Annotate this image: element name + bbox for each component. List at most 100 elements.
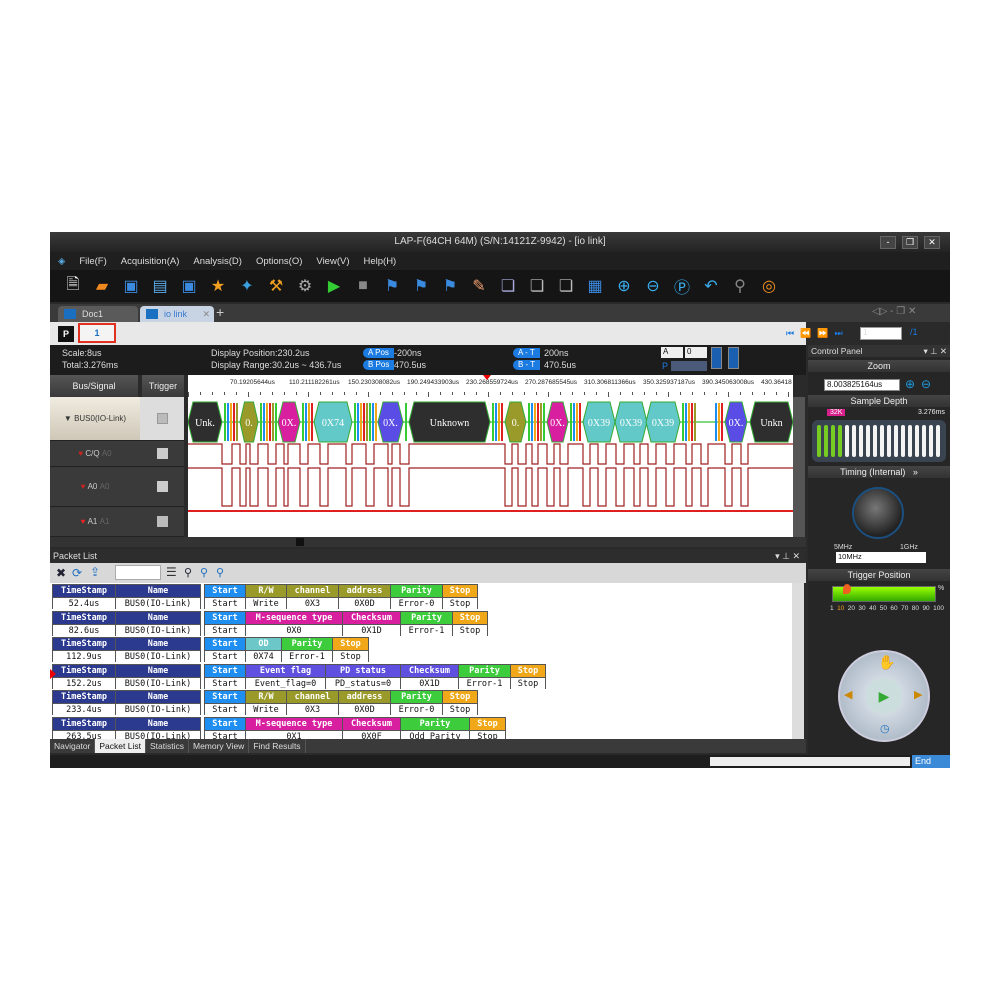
packet-row[interactable]: TimeStamp 52.4us Name BUS0(IO-Link) Start Sta…: [52, 584, 478, 609]
scroll-thumb[interactable]: [296, 538, 304, 546]
settings-gear-icon[interactable]: ⚙: [294, 275, 316, 297]
new-file-icon[interactable]: 🗎: [62, 275, 84, 297]
clear-icon[interactable]: ✖: [56, 566, 66, 580]
page-nav-buttons[interactable]: ⏮⏪⏩⏭: [786, 328, 849, 339]
menu-help[interactable]: Help(H): [364, 256, 397, 267]
ruler-tick: [680, 392, 681, 395]
trigger-a0[interactable]: [140, 467, 184, 507]
help-lifebuoy-icon[interactable]: ◎: [758, 275, 780, 297]
packet-row[interactable]: TimeStamp 263.5us Name BUS0(IO-Link) Start St…: [52, 716, 506, 739]
expand-icon[interactable]: »: [913, 467, 918, 477]
tab-memory-view[interactable]: Memory View: [189, 739, 250, 753]
tab-statistics[interactable]: Statistics: [146, 739, 189, 753]
stop-icon[interactable]: ■: [352, 275, 374, 297]
save-icon[interactable]: ▣: [120, 275, 142, 297]
trigger-a1[interactable]: [140, 507, 184, 537]
copy-waveform-icon[interactable]: ❏: [497, 275, 519, 297]
zoom-undo-icon[interactable]: ↶: [700, 275, 722, 297]
trigger-marker[interactable]: [483, 375, 491, 380]
hand-icon[interactable]: ✋: [878, 654, 895, 671]
step-forward-icon[interactable]: ▶: [914, 688, 922, 701]
field-header: Start: [205, 717, 245, 730]
cursor-a-button[interactable]: [711, 347, 722, 369]
zoom-value-select[interactable]: 8.003825164us: [824, 379, 900, 391]
menu-analysis[interactable]: Analysis(D): [193, 256, 242, 267]
waveform-area[interactable]: Unk. 0. 0X. 0X74 0X. Unknown 0. 0X. 0X39 0X39 0X39…: [188, 397, 793, 537]
probe-icon[interactable]: ⚲: [729, 275, 751, 297]
trigger-bus0[interactable]: [140, 397, 184, 441]
cursor-b-button[interactable]: [728, 347, 739, 369]
close-tab-icon[interactable]: ✕: [202, 306, 210, 322]
waveform-vscrollbar[interactable]: [793, 397, 805, 537]
menu-options[interactable]: Options(O): [256, 256, 302, 267]
export-waveform-icon[interactable]: ❏: [555, 275, 577, 297]
eraser-icon[interactable]: ✎: [468, 275, 490, 297]
step-back-icon[interactable]: ◀: [844, 688, 852, 701]
print-icon[interactable]: ▤: [149, 275, 171, 297]
trigger-position-slider[interactable]: [832, 584, 936, 602]
timing-knob[interactable]: [852, 487, 904, 539]
zoom-in-icon[interactable]: ⊕: [905, 377, 915, 391]
wizard-icon[interactable]: ✦: [236, 275, 258, 297]
page-tab-1[interactable]: 1: [78, 323, 116, 343]
zoom-in-icon[interactable]: ⊕: [613, 275, 635, 297]
tab-io-link[interactable]: io link ✕: [140, 306, 214, 322]
marker-goto-icon[interactable]: ⚑: [439, 275, 461, 297]
signal-cq[interactable]: ♥ C/Q A0: [50, 441, 140, 467]
export-icon[interactable]: ⇪: [90, 565, 100, 579]
page-input[interactable]: 1: [860, 327, 902, 340]
tab-packet-list[interactable]: Packet List: [95, 739, 146, 753]
packet-list-scrollbar[interactable]: [792, 583, 804, 739]
p-input[interactable]: [671, 361, 707, 371]
restore-button[interactable]: ❐: [902, 236, 918, 249]
packet-row[interactable]: TimeStamp 82.6us Name BUS0(IO-Link) Start Sta…: [52, 610, 488, 636]
run-icon[interactable]: ▶: [323, 275, 345, 297]
zoom-fit-icon[interactable]: Ⓟ: [671, 275, 693, 297]
packet-row[interactable]: TimeStamp 233.4us Name BUS0(IO-Link) Start St…: [52, 690, 478, 715]
save-settings-icon[interactable]: ▣: [178, 275, 200, 297]
zoom-out-icon[interactable]: ⊖: [642, 275, 664, 297]
panel-controls[interactable]: ▾ ⊥ ✕: [775, 549, 800, 563]
tools-icon[interactable]: ⚒: [265, 275, 287, 297]
sample-depth-slider[interactable]: [812, 420, 946, 462]
signal-a0[interactable]: ♥ A0 A0: [50, 467, 140, 507]
calculator-icon[interactable]: ▦: [584, 275, 606, 297]
zoom-out-icon[interactable]: ⊖: [921, 377, 931, 391]
refresh-icon[interactable]: ⟳: [72, 566, 82, 580]
list-settings-icon[interactable]: ☰: [166, 565, 177, 579]
menu-acquisition[interactable]: Acquisition(A): [121, 256, 180, 267]
open-folder-icon[interactable]: ▰: [91, 275, 113, 297]
favorite-star-icon[interactable]: ★: [207, 275, 229, 297]
paste-waveform-icon[interactable]: ❏: [526, 275, 548, 297]
signal-a1[interactable]: ♥ A1 A1: [50, 507, 140, 537]
packet-row[interactable]: TimeStamp 112.9us Name BUS0(IO-Link) Start St…: [52, 637, 369, 662]
minimize-button[interactable]: -: [880, 236, 896, 249]
trigger-cq[interactable]: [140, 441, 184, 467]
p-button[interactable]: P: [58, 326, 74, 342]
run-button[interactable]: ▶: [866, 678, 902, 714]
tab-nav-arrows[interactable]: ◁▷ - ❐ ✕: [872, 306, 916, 317]
add-tab-button[interactable]: +: [216, 304, 224, 320]
waveform-hscrollbar[interactable]: [50, 537, 806, 547]
timer-icon[interactable]: ◷: [880, 722, 890, 735]
cursor-select[interactable]: A: [661, 347, 683, 358]
cursor-index-select[interactable]: 0: [685, 347, 707, 358]
close-button[interactable]: ✕: [924, 236, 940, 249]
find-prev-icon[interactable]: ⚲: [200, 566, 208, 579]
find-icon[interactable]: ⚲: [184, 566, 192, 579]
packet-row[interactable]: TimeStamp 152.2us Name BUS0(IO-Link) Start St…: [52, 663, 546, 689]
marker-remove-icon[interactable]: ⚑: [410, 275, 432, 297]
panel-controls[interactable]: ▾ ⊥ ✕: [923, 345, 950, 357]
signal-bus0[interactable]: ▼ BUS0(IO-Link): [50, 397, 140, 441]
marker-add-icon[interactable]: ⚑: [381, 275, 403, 297]
trigger-tick-label: 80: [911, 605, 919, 612]
trigger-slider-thumb[interactable]: [843, 584, 851, 594]
menu-view[interactable]: View(V): [316, 256, 349, 267]
search-input[interactable]: [115, 565, 161, 580]
tab-doc1[interactable]: Doc1: [58, 306, 138, 322]
sample-rate-select[interactable]: 10MHz: [836, 552, 926, 563]
find-next-icon[interactable]: ⚲: [216, 566, 224, 579]
tab-navigator[interactable]: Navigator: [50, 739, 96, 753]
menu-file[interactable]: File(F): [79, 256, 106, 267]
tab-find-results[interactable]: Find Results: [249, 739, 306, 753]
